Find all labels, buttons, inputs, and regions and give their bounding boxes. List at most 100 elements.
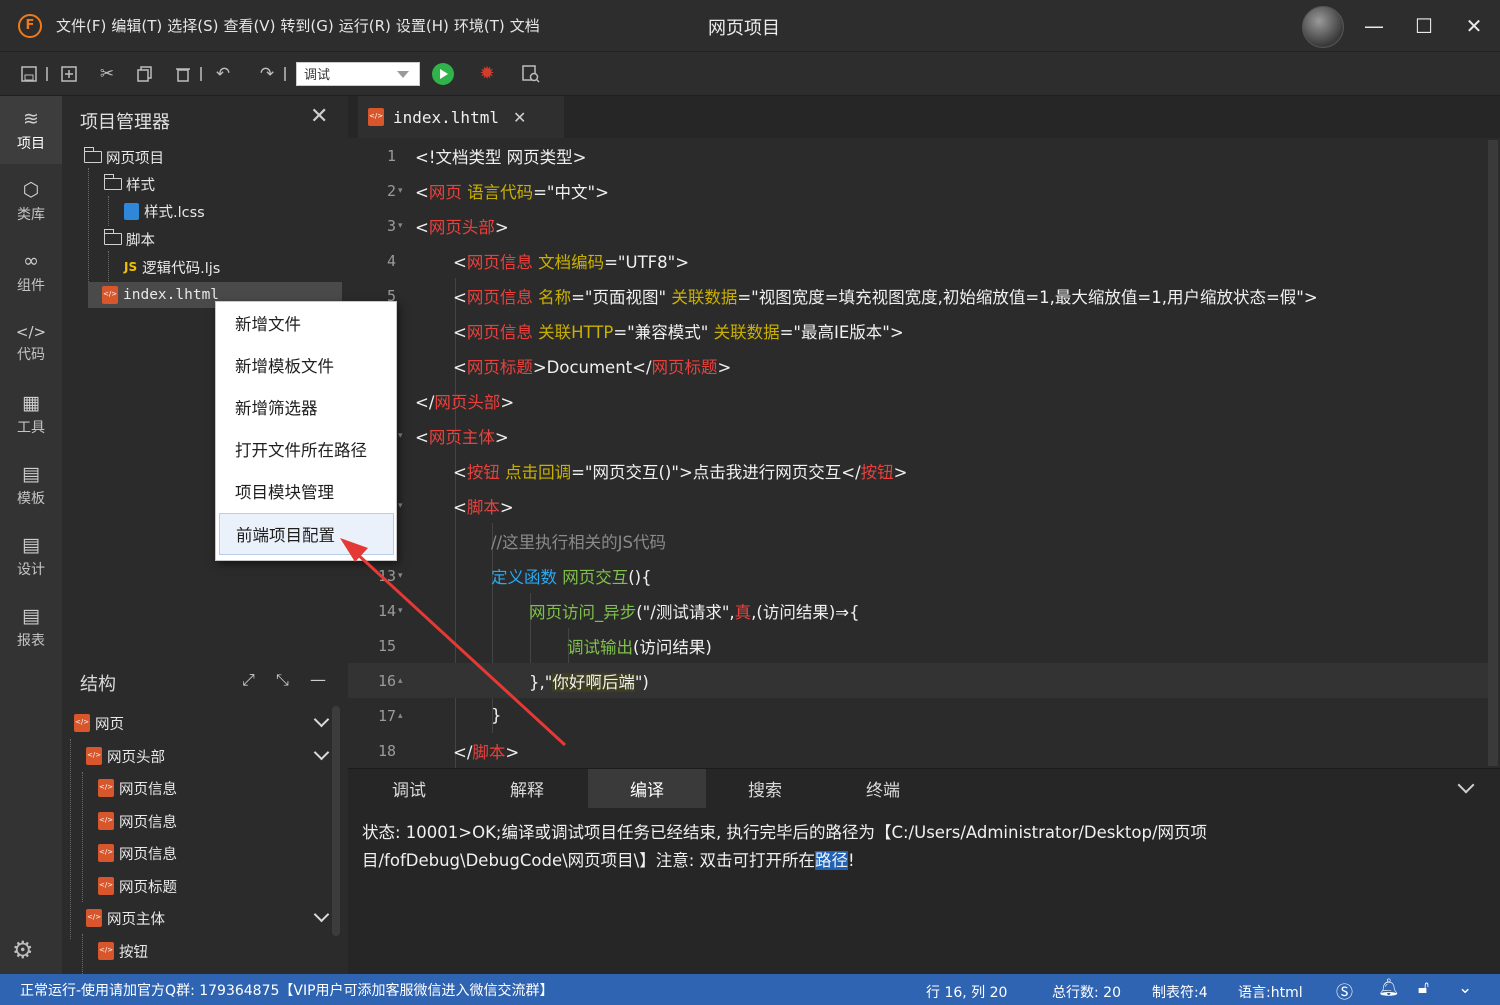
editor-scrollbar[interactable]	[1488, 140, 1498, 766]
activity-label: 项目	[17, 135, 45, 152]
code-text: <网页 语言代码="中文">	[415, 179, 609, 203]
run-button[interactable]	[428, 59, 458, 89]
status-language[interactable]: 语言:html	[1238, 982, 1303, 1002]
dollar-icon[interactable]: Ⓢ	[1336, 978, 1353, 1003]
menu-select[interactable]: 选择(S)	[167, 15, 218, 36]
menu-item-new-filter[interactable]: 新增筛选器	[216, 386, 396, 428]
code-token: ="页面视图"	[571, 287, 667, 307]
structure-item[interactable]: 按钮	[98, 936, 148, 966]
fold-icon[interactable]: ▾	[398, 186, 403, 196]
activity-project[interactable]: ≋ 项目	[0, 96, 62, 164]
menu-goto[interactable]: 转到(G)	[280, 15, 333, 36]
redo-icon[interactable]: ↷	[252, 59, 282, 89]
tree-item-styles[interactable]: 样式	[103, 171, 155, 197]
copy-icon[interactable]	[130, 59, 160, 89]
avatar[interactable]	[1302, 6, 1344, 48]
collapse-icon[interactable]: ⤡	[276, 670, 289, 690]
tree-item-js-file[interactable]: JS 逻辑代码.ljs	[124, 254, 220, 280]
code-text: <网页信息 关联HTTP="兼容模式" 关联数据="最高IE版本">	[453, 322, 904, 342]
fold-icon[interactable]: ▴	[398, 711, 403, 721]
menu-settings[interactable]: 设置(H)	[396, 15, 449, 36]
structure-item[interactable]: 网页信息	[98, 773, 177, 803]
minus-icon[interactable]: —	[310, 670, 326, 689]
structure-item[interactable]: 网页信息	[98, 838, 177, 868]
maximize-button[interactable]: ☐	[1410, 12, 1438, 40]
menu-view[interactable]: 查看(V)	[223, 15, 275, 36]
activity-templates[interactable]: ▤ 模板	[0, 451, 62, 519]
tree-item-css-file[interactable]: 样式.lcss	[124, 198, 205, 224]
tree-item-scripts[interactable]: 脚本	[103, 226, 155, 252]
activity-code[interactable]: </> 代码	[0, 309, 62, 377]
output-log[interactable]: 状态: 10001>OK;编译或调试项目任务已经结束, 执行完毕后的路径为【C:…	[362, 819, 1342, 875]
activity-report[interactable]: ▤ 报表	[0, 593, 62, 661]
expand-icon[interactable]: ⤢	[242, 670, 255, 690]
chevron-down-icon[interactable]	[314, 747, 330, 763]
fold-icon[interactable]: ▾	[398, 606, 403, 616]
fold-icon[interactable]: ▾	[398, 221, 403, 231]
status-tab-size[interactable]: 制表符:4	[1152, 982, 1208, 1002]
structure-item[interactable]: 网页主体	[86, 903, 344, 933]
tab-interpret[interactable]: 解释	[468, 769, 586, 808]
chevron-down-icon[interactable]	[314, 909, 330, 925]
menu-docs[interactable]: 文档	[510, 15, 540, 36]
tab-search[interactable]: 搜索	[706, 769, 824, 808]
delete-icon[interactable]	[168, 59, 198, 89]
undo-icon[interactable]: ↶	[208, 59, 238, 89]
html-tag-icon	[86, 909, 102, 927]
tab-terminal[interactable]: 终端	[824, 769, 942, 808]
status-position[interactable]: 行 16, 列 20	[926, 982, 1007, 1002]
menu-edit[interactable]: 编辑(T)	[111, 15, 162, 36]
minimize-button[interactable]: —	[1360, 12, 1388, 40]
activity-design[interactable]: ▤ 设计	[0, 522, 62, 590]
tree-item-project[interactable]: 网页项目	[83, 144, 164, 170]
tab-debug[interactable]: 调试	[350, 769, 468, 808]
search-icon[interactable]	[516, 59, 546, 89]
activity-tools[interactable]: ▦ 工具	[0, 380, 62, 448]
activity-label: 组件	[17, 277, 45, 294]
fold-icon[interactable]: ▴	[398, 676, 403, 686]
line-number: 16	[377, 671, 396, 690]
menu-file[interactable]: 文件(F)	[56, 15, 106, 36]
close-icon[interactable]: ✕	[310, 104, 328, 129]
chevron-down-icon[interactable]	[1460, 779, 1474, 793]
fold-icon[interactable]: ▾	[398, 501, 403, 511]
output-line: 目/fofDebug\DebugCode\网页项目\】注意: 双击可打开所在路径…	[362, 847, 1342, 875]
fold-icon[interactable]: ▾	[398, 571, 403, 581]
structure-item[interactable]: 网页	[74, 708, 344, 738]
menu-run[interactable]: 运行(R)	[339, 15, 391, 36]
chevron-down-icon[interactable]	[314, 714, 330, 730]
debug-icon[interactable]: ✹	[472, 59, 502, 89]
code-token: 网页主体	[428, 427, 495, 447]
lock-icon[interactable]: 🔓︎	[1418, 978, 1429, 998]
tab-index-lhtml[interactable]: index.lhtml ✕	[358, 96, 564, 138]
cut-icon[interactable]: ✂	[92, 59, 122, 89]
activity-library[interactable]: ⬡ 类库	[0, 167, 62, 235]
line-number: 15	[377, 636, 396, 655]
code-text: },"你好啊后端")	[529, 669, 649, 693]
new-icon[interactable]	[54, 59, 84, 89]
fold-icon[interactable]: ▾	[398, 431, 403, 441]
line-number: 14	[377, 601, 396, 620]
menu-item-new-template[interactable]: 新增模板文件	[216, 344, 396, 386]
activity-components[interactable]: ∞ 组件	[0, 238, 62, 306]
structure-item[interactable]: 网页头部	[86, 741, 344, 771]
save-icon[interactable]	[14, 59, 44, 89]
gear-icon[interactable]: ⚙	[12, 936, 34, 964]
menu-item-new-file[interactable]: 新增文件	[216, 302, 396, 344]
structure-item[interactable]: 网页标题	[98, 871, 177, 901]
chevron-down-icon[interactable]: ⌄	[1458, 978, 1472, 998]
bell-icon[interactable]: 🔔︎	[1378, 978, 1400, 998]
menu-env[interactable]: 环境(T)	[454, 15, 505, 36]
structure-item[interactable]: 网页信息	[98, 806, 177, 836]
close-window-button[interactable]: ✕	[1460, 12, 1488, 40]
menu-item-module-manager[interactable]: 项目模块管理	[216, 470, 396, 512]
code-editor[interactable]: 1 <!文档类型 网页类型> 2 ▾ <网页 语言代码="中文"> 3 ▾ <网…	[348, 138, 1488, 768]
tab-compile[interactable]: 编译	[588, 769, 706, 808]
tree-label: 逻辑代码.ljs	[142, 260, 221, 277]
close-icon[interactable]: ✕	[513, 108, 526, 127]
run-mode-select[interactable]: 调试	[296, 61, 420, 86]
structure-scrollbar[interactable]	[332, 706, 340, 936]
menu-item-frontend-config[interactable]: 前端项目配置	[219, 513, 394, 555]
menu-item-open-path[interactable]: 打开文件所在路径	[216, 428, 396, 470]
title-bar: F 文件(F) 编辑(T) 选择(S) 查看(V) 转到(G) 运行(R) 设置…	[0, 0, 1500, 52]
